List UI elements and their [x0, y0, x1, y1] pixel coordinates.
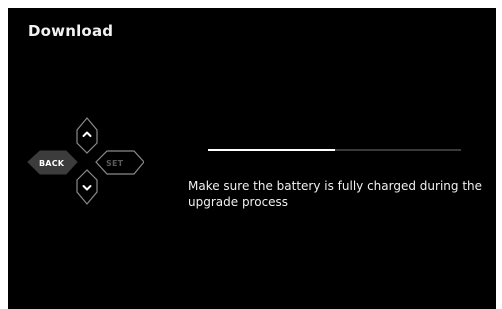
dpad-control: BACK SET	[24, 104, 144, 224]
progress-bar-fill	[208, 149, 335, 151]
chevron-down-icon	[82, 185, 92, 191]
download-screen: Download BACK SET Make sure the battery …	[8, 8, 496, 309]
set-button-label: SET	[106, 159, 124, 168]
down-button[interactable]	[76, 169, 98, 205]
back-button-label: BACK	[39, 159, 65, 168]
battery-warning-message: Make sure the battery is fully charged d…	[188, 179, 483, 209]
progress-bar	[208, 149, 461, 151]
chevron-up-icon	[82, 131, 92, 137]
page-title: Download	[28, 22, 114, 40]
up-button[interactable]	[76, 117, 98, 154]
